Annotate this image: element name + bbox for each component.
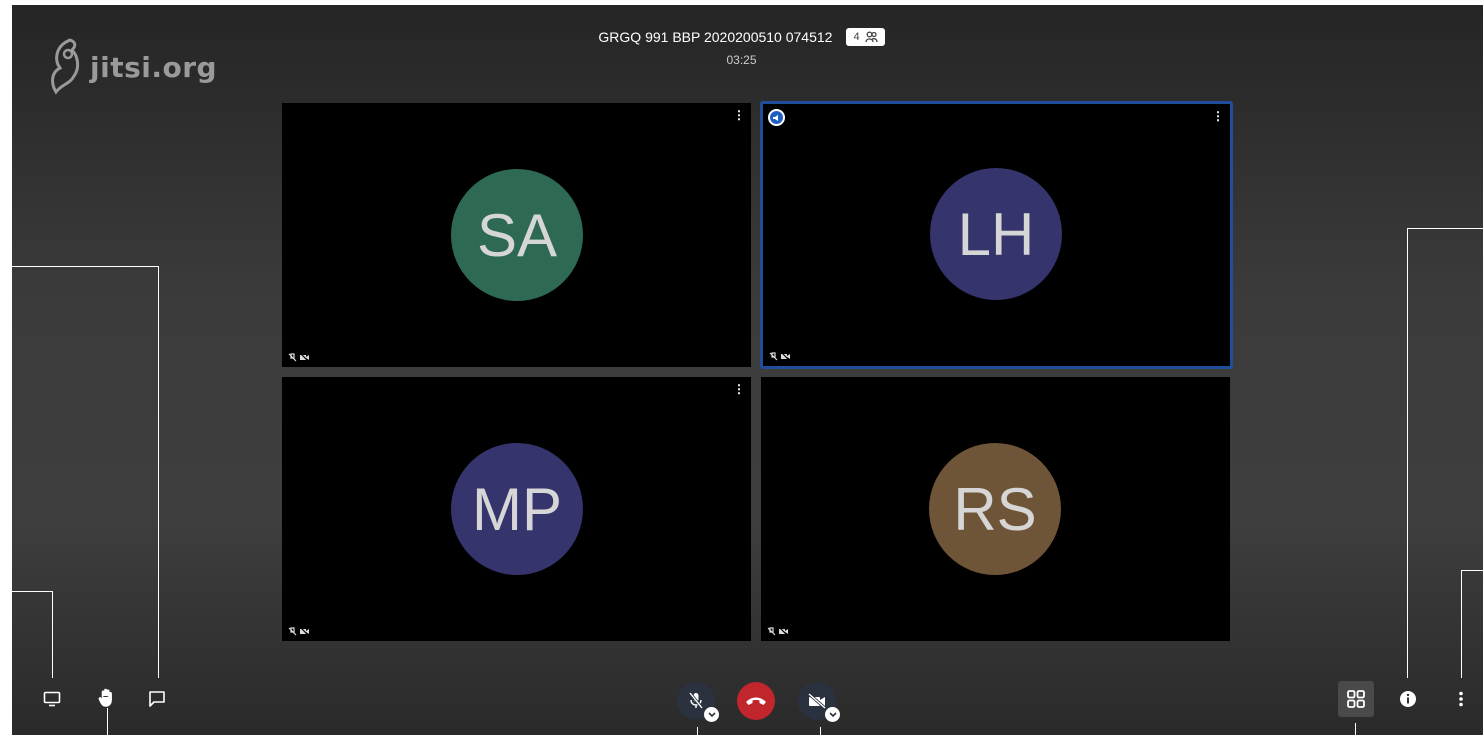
chevron-down-icon: [828, 711, 837, 717]
tile-status-icons: [767, 627, 789, 636]
screen-share-button[interactable]: [41, 688, 63, 710]
hangup-button[interactable]: [737, 682, 775, 720]
more-options-button[interactable]: [1451, 688, 1471, 710]
callout-line: [1461, 570, 1462, 678]
avatar-rs: RS: [929, 443, 1061, 575]
callout-line: [158, 266, 159, 678]
participant-count: 4: [853, 31, 860, 43]
conference-title: GRGQ 991 BBP 2020200510 074512: [598, 29, 833, 45]
participant-count-badge[interactable]: 4: [846, 28, 885, 46]
participant-tile-rs[interactable]: RS: [761, 377, 1230, 641]
tile-status-icons: [769, 352, 791, 361]
avatar-mp: MP: [451, 443, 583, 575]
callout-line: [1407, 228, 1408, 678]
conference-timer: 03:25: [726, 53, 757, 67]
conference-header: GRGQ 991 BBP 2020200510 074512 4 03:25: [0, 28, 1483, 67]
dominant-speaker-indicator: [768, 109, 785, 126]
chevron-down-icon: [707, 711, 716, 717]
more-options-icon: [1459, 691, 1463, 707]
mic-muted-icon: [288, 353, 297, 362]
chat-button[interactable]: [146, 688, 168, 710]
participant-tile-lh[interactable]: ⋮ LH: [760, 101, 1233, 369]
info-icon: [1400, 691, 1416, 707]
tile-status-icons: [288, 353, 310, 362]
raise-hand-icon: [98, 688, 112, 707]
microphone-muted-icon: [688, 692, 704, 709]
callout-line: [820, 727, 821, 735]
avatar-initials: SA: [476, 201, 558, 269]
participant-tile-sa[interactable]: ⋮ SA: [282, 103, 751, 367]
callout-line: [1461, 570, 1483, 571]
microphone-options-button[interactable]: [704, 707, 719, 722]
info-button[interactable]: [1397, 688, 1419, 710]
callout-line: [697, 727, 698, 735]
tile-view-icon: [1347, 690, 1365, 708]
chat-icon: [149, 691, 165, 707]
raise-hand-button[interactable]: [95, 686, 119, 710]
callout-line: [0, 266, 159, 267]
callout-line: [0, 591, 53, 592]
mic-muted-icon: [769, 352, 778, 361]
hangup-icon: [746, 697, 766, 705]
camera-options-button[interactable]: [825, 707, 840, 722]
mic-muted-icon: [288, 627, 297, 636]
avatar-initials: LH: [957, 200, 1035, 268]
callout-line: [1407, 228, 1483, 229]
camera-muted-icon: [778, 627, 789, 636]
callout-line: [52, 591, 53, 678]
avatar-initials: RS: [953, 475, 1037, 543]
camera-muted-icon: [299, 353, 310, 362]
tile-menu-icon[interactable]: ⋮: [733, 109, 745, 121]
camera-muted-icon: [780, 352, 791, 361]
mic-muted-icon: [767, 627, 776, 636]
camera-button[interactable]: [798, 682, 840, 722]
tile-menu-icon[interactable]: ⋮: [733, 383, 745, 395]
camera-muted-icon: [808, 693, 826, 709]
avatar-sa: SA: [451, 169, 583, 301]
avatar-initials: MP: [472, 475, 562, 543]
avatar-lh: LH: [930, 168, 1062, 300]
microphone-button[interactable]: [677, 682, 719, 722]
tile-status-icons: [288, 627, 310, 636]
callout-line: [1355, 723, 1356, 735]
participants-icon: [864, 31, 878, 43]
camera-muted-icon: [299, 627, 310, 636]
tile-view-button[interactable]: [1338, 681, 1374, 717]
participant-tile-mp[interactable]: ⋮ MP: [282, 377, 751, 641]
tile-menu-icon[interactable]: ⋮: [1212, 110, 1224, 122]
screen-share-icon: [43, 691, 61, 707]
speaker-icon: [773, 114, 778, 121]
callout-line: [107, 708, 108, 735]
